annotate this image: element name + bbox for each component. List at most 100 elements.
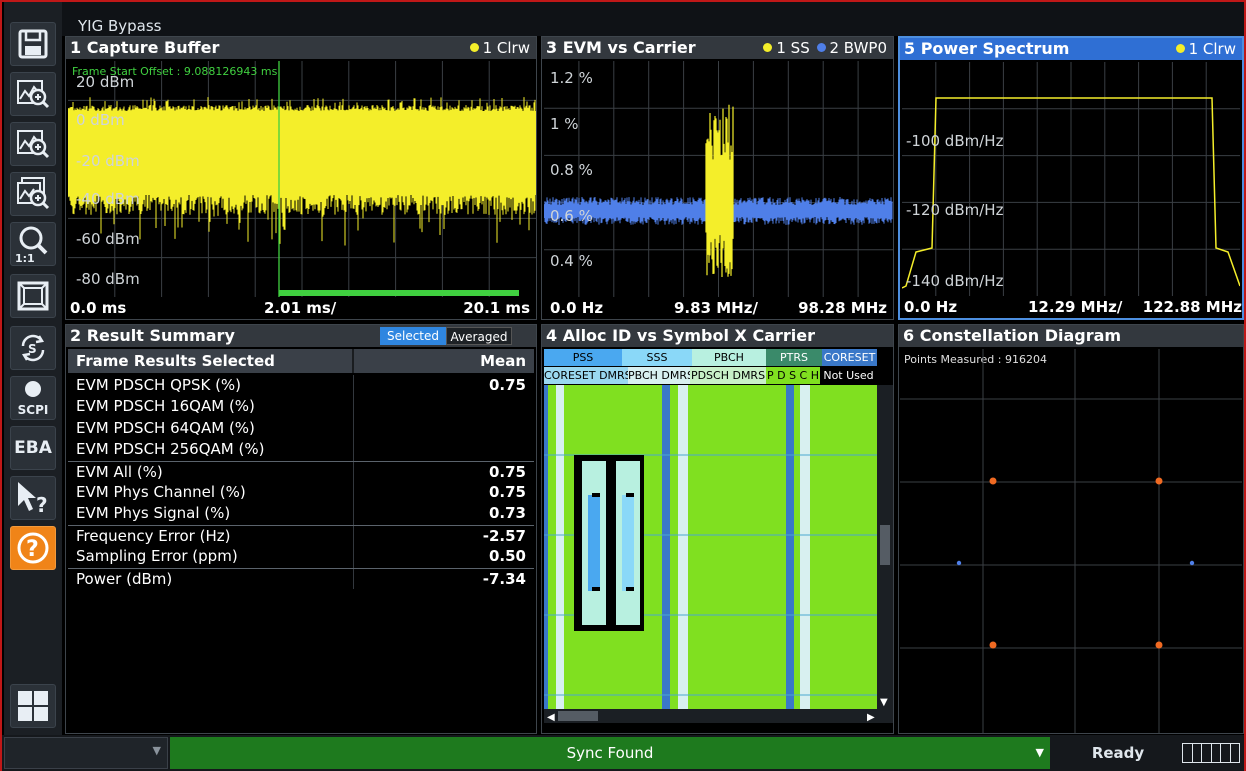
alloc-id-window[interactable]: 4 Alloc ID vs Symbol X Carrier PSS SSS PBC… xyxy=(541,324,894,734)
status-bar: ▼ Sync Found ▼ Ready xyxy=(2,735,1244,771)
spectrum-trace-tag: 1 Clrw xyxy=(1175,38,1236,60)
dmrs-column xyxy=(544,385,548,709)
scpi-label: SCPI xyxy=(17,403,49,417)
evm-graph: 1.2 % 1 % 0.8 % 0.6 % 0.4 % xyxy=(543,61,893,297)
alloc-title-text: 4 Alloc ID vs Symbol X Carrier xyxy=(546,326,816,345)
multi-zoom-button[interactable] xyxy=(10,172,56,216)
summary-title: 2 Result Summary Selected Averaged xyxy=(66,325,536,347)
capture-trace-tag: 1 Clrw xyxy=(469,37,530,59)
result-label: Sampling Error (ppm) xyxy=(68,546,354,568)
evm-trace-tags: 1 SS 2 BWP0 xyxy=(763,37,887,59)
x-axis-division: 9.83 MHz/ xyxy=(674,299,758,317)
y-axis-label: 0.4 % xyxy=(550,252,593,270)
x-axis-end: 98.28 MHz xyxy=(798,299,887,317)
result-value: 0.75 xyxy=(488,462,526,481)
evm-trace-ss xyxy=(705,104,734,278)
save-button[interactable] xyxy=(10,22,56,66)
spectrum-x-axis: 0.0 Hz 12.29 MHz/ 122.88 MHz xyxy=(900,296,1242,318)
capture-buffer-plot[interactable]: 20 dBm 0 dBm -20 dBm -40 dBm -60 dBm -80 dBm … xyxy=(67,61,536,297)
alloc-legend-bottom: CORESET DMRS PBCH DMRS PDSCH DMRS P D S C H… xyxy=(544,367,879,384)
selected-toggle[interactable]: Selected xyxy=(380,327,446,345)
spectrum-plot[interactable]: -100 dBm/Hz -120 dBm/Hz -140 dBm/Hz xyxy=(901,62,1241,296)
svg-text:S: S xyxy=(28,342,37,356)
status-dropdown[interactable]: ▼ xyxy=(4,737,168,769)
table-row: EVM PDSCH 16QAM (%) xyxy=(68,396,534,418)
zoom-trace-icon xyxy=(17,80,50,109)
result-value: 0.75 xyxy=(488,482,526,501)
alloc-legend-item: CORESET DMRS xyxy=(544,367,628,384)
constellation-window[interactable]: 6 Constellation Diagram Points Measured … xyxy=(898,324,1244,734)
zoom-1-1-icon: 1:1 xyxy=(15,226,48,263)
table-row: EVM Phys Signal (%) 0.73 xyxy=(68,503,534,525)
result-label: EVM Phys Channel (%) xyxy=(68,481,354,504)
result-label: EVM PDSCH 16QAM (%) xyxy=(68,396,354,418)
x-axis-start: 0.0 ms xyxy=(70,299,127,317)
table-header: Frame Results Selected Mean xyxy=(68,349,534,373)
spectrum-graph: -100 dBm/Hz -120 dBm/Hz -140 dBm/Hz xyxy=(901,62,1241,296)
zoom-1-1-button[interactable]: 1:1 xyxy=(10,222,56,266)
scrollbar-thumb xyxy=(558,711,598,721)
constellation-point xyxy=(1189,560,1195,566)
table-row: EVM Phys Channel (%) 0.75 xyxy=(68,481,534,504)
table-row: Power (dBm) -7.34 xyxy=(68,567,534,589)
power-spectrum-window[interactable]: 5 Power Spectrum 1 Clrw -100 dBm/Hz -120 … xyxy=(898,36,1244,320)
evm-plot[interactable]: 1.2 % 1 % 0.8 % 0.6 % 0.4 % xyxy=(543,61,893,297)
dmrs-column xyxy=(800,385,810,709)
dmrs-column xyxy=(556,385,564,709)
chevron-down-icon: ▼ xyxy=(152,744,161,757)
capture-buffer-window[interactable]: 1 Capture Buffer 1 Clrw 20 dBm 0 dBm -20 d… xyxy=(65,36,537,320)
trace-dot-icon xyxy=(469,43,479,52)
trace-dot-icon xyxy=(1175,44,1185,53)
x-axis-division: 12.29 MHz/ xyxy=(1028,298,1123,316)
table-row: EVM PDSCH QPSK (%) 0.75 xyxy=(68,375,534,397)
alloc-legend-item: PTRS xyxy=(766,349,822,366)
table-row: EVM PDSCH 256QAM (%) xyxy=(68,439,534,461)
dmrs-column xyxy=(786,385,794,709)
scroll-left-icon: ◀ xyxy=(547,712,555,723)
y-axis-label: -80 dBm xyxy=(76,270,140,288)
result-summary-window[interactable]: 2 Result Summary Selected Averaged Frame… xyxy=(65,324,537,734)
alloc-legend-item: Not Used xyxy=(820,367,877,384)
scpi-button[interactable]: SCPI xyxy=(10,376,56,420)
toolbar: 1:1 S SCPI EBA ? ? xyxy=(4,2,62,735)
help-pointer-icon: ? xyxy=(18,482,48,516)
eba-button[interactable]: EBA xyxy=(10,426,56,470)
result-value xyxy=(354,418,534,439)
svg-text:?: ? xyxy=(36,493,48,516)
status-header: YIG Bypass xyxy=(62,2,1244,36)
result-value: 0.75 xyxy=(488,376,526,394)
evm-vs-carrier-window[interactable]: 3 EVM vs Carrier 1 SS 2 BWP0 1.2 % 1 % 0.8… xyxy=(541,36,894,320)
alloc-legend-top: PSS SSS PBCH PTRS CORESET xyxy=(544,349,879,366)
result-label: EVM PDSCH QPSK (%) xyxy=(68,375,354,397)
y-axis-label: -60 dBm xyxy=(76,230,140,248)
help-pointer-button[interactable]: ? xyxy=(10,476,56,520)
y-axis-label: -100 dBm/Hz xyxy=(906,132,1004,150)
windows-button[interactable] xyxy=(10,684,56,728)
result-label: EVM Phys Signal (%) xyxy=(68,503,354,525)
x-axis-start: 0.0 Hz xyxy=(904,298,958,316)
x-axis-start: 0.0 Hz xyxy=(550,299,604,317)
ready-status: Ready xyxy=(1091,744,1145,762)
x-axis-division: 2.01 ms/ xyxy=(264,299,337,317)
scroll-down-icon: ▼ xyxy=(880,697,888,708)
help-button[interactable]: ? xyxy=(10,526,56,570)
evm-trace2-label: 2 BWP0 xyxy=(829,39,888,57)
result-value: -7.34 xyxy=(482,569,526,588)
result-label: Frequency Error (Hz) xyxy=(68,525,354,547)
chevron-down-icon: ▼ xyxy=(1035,746,1044,759)
averaged-toggle[interactable]: Averaged xyxy=(446,327,512,345)
yig-bypass-label: YIG Bypass xyxy=(78,17,162,35)
alloc-legend-item: CORESET xyxy=(822,349,877,366)
full-screen-button[interactable] xyxy=(10,274,56,318)
scroll-right-icon: ▶ xyxy=(867,712,875,723)
trace-dot-icon xyxy=(816,43,826,52)
y-axis-label: -120 dBm/Hz xyxy=(906,201,1004,219)
sequencer-button[interactable]: S xyxy=(10,326,56,370)
zoom-trace-button[interactable] xyxy=(10,72,56,116)
progress-meter xyxy=(1182,743,1240,763)
y-axis-label: 0 dBm xyxy=(76,111,125,129)
result-label: Power (dBm) xyxy=(68,568,354,589)
zoom-button[interactable] xyxy=(10,122,56,166)
capture-buffer-title: 1 Capture Buffer 1 Clrw xyxy=(66,37,536,59)
sync-status[interactable]: Sync Found ▼ xyxy=(170,737,1050,769)
